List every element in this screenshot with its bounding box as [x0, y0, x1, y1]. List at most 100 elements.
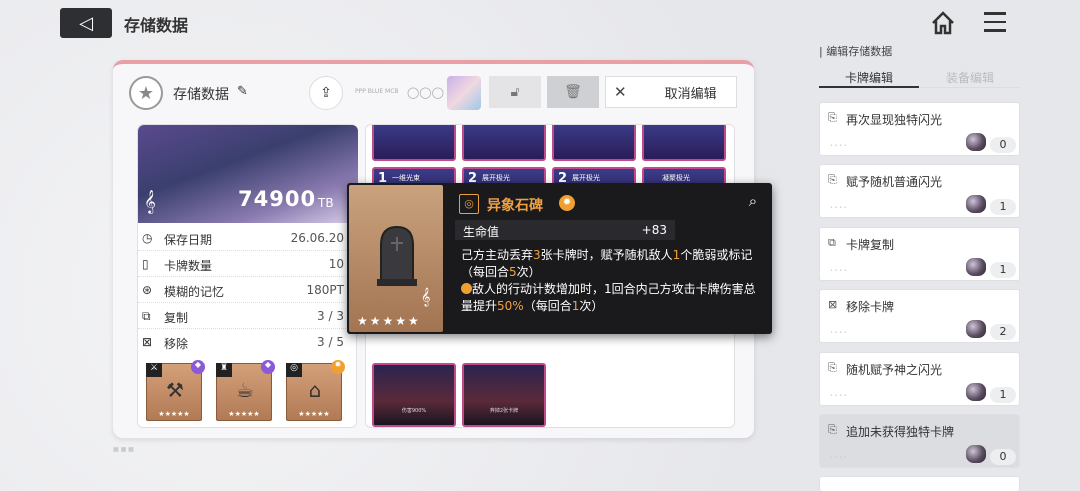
ring-icon: ◎	[286, 363, 302, 377]
material-icon	[966, 258, 986, 276]
copy-icon: ⧉	[828, 236, 836, 249]
grid-card[interactable]	[642, 125, 726, 161]
sidebar-item-label: 卡牌复制	[846, 238, 895, 252]
stat-row-date: ◷ 保存日期 26.06.20	[138, 227, 358, 251]
item-count: 0	[990, 449, 1016, 465]
decor-dots: • • • •	[830, 205, 847, 211]
sidebar-item-card-copy[interactable]: ⧉ 卡牌复制 1 • • • •	[819, 227, 1020, 281]
grid-card[interactable]	[462, 125, 546, 161]
sun-icon: ✹	[331, 360, 345, 374]
search-icon[interactable]: ⌕	[741, 192, 765, 216]
stat-label: 复制	[164, 311, 189, 325]
music-note-icon: 𝄞	[421, 287, 431, 306]
stat-row-remove: ⊠ 移除 3 / 5	[138, 331, 358, 355]
copy-icon: ⧉	[142, 309, 151, 323]
grid-card[interactable]	[372, 125, 456, 161]
decor-dots: • • • •	[830, 330, 847, 336]
gem-icon: ◆	[261, 360, 275, 374]
claw-icon: ⚒	[166, 378, 184, 402]
share-button[interactable]: ⇪	[309, 76, 343, 110]
teacup-icon: ☕	[236, 378, 254, 402]
grid-card[interactable]	[552, 125, 636, 161]
item-count: 2	[990, 324, 1016, 340]
material-icon	[966, 195, 986, 213]
cancel-edit-button[interactable]: ✕ 取消编辑	[605, 76, 737, 108]
rings-icon: ◯◯◯	[407, 86, 444, 99]
effect-line-1: 己方主动丢弃3张卡牌时，赋予随机敌人1个脆弱或标记（每回合5次）	[461, 248, 753, 279]
sword-icon: ⚔	[146, 363, 162, 377]
delete-button[interactable]: 🗑︎	[547, 76, 599, 108]
pencil-icon[interactable]: ✎	[237, 84, 248, 99]
card-text: 弃掉2张卡牌	[489, 408, 519, 414]
stat-value: +83	[641, 223, 667, 237]
card-name: 凝聚极光	[662, 174, 690, 182]
sidebar-item-add-unique-card[interactable]: ⎘ 追加未获得独特卡牌 0 • • • •	[819, 414, 1020, 468]
relic-stars: ★★★★★	[228, 410, 260, 418]
card-name: 展开极光	[482, 174, 510, 182]
card-text: 伤害900%	[401, 408, 427, 414]
stat-row-card-count: ▯ 卡牌数量 10	[138, 253, 358, 277]
decor-dots: • • • •	[830, 393, 847, 399]
tooltip-title: 异象石碑	[487, 198, 543, 214]
save-score-unit: TB	[318, 196, 334, 210]
sidebar-item-god-flash[interactable]: ⎘ 随机赋予神之闪光 1 • • • •	[819, 352, 1020, 406]
card-name: 一维光束	[392, 174, 420, 182]
tab-card-edit[interactable]: 卡牌编辑	[819, 64, 919, 88]
stat-value: 10	[328, 257, 344, 271]
tooltip-art: 𝄞 ★★★★★	[349, 185, 443, 332]
relic-tombstone[interactable]: ◎ ✹ ⌂ ★★★★★	[286, 360, 345, 421]
ring-icon: ◎	[459, 194, 479, 214]
menu-icon[interactable]	[984, 12, 1006, 34]
music-note-icon: 𝄞	[144, 189, 156, 213]
small-label: PPP BLUE MCB	[355, 88, 399, 95]
material-icon	[966, 320, 986, 338]
relic-stars: ★★★★★	[298, 410, 330, 418]
grid-card[interactable]: 弃掉2张卡牌	[462, 363, 546, 427]
stat-value: 3 / 3	[317, 309, 344, 323]
lock-button[interactable]: 🔓︎	[489, 76, 541, 108]
save-banner: 𝄞 74900 TB	[138, 125, 358, 223]
back-button[interactable]: ◁	[60, 8, 112, 38]
stat-label: 卡牌数量	[164, 259, 213, 273]
panel-title: 存储数据	[173, 87, 229, 103]
effect-line-2: 敌人的行动计数增加时，1回合内己方攻击卡牌伤害总量提升50%（每回合1次）	[461, 282, 756, 313]
gem-icon: ◆	[191, 360, 205, 374]
avatar[interactable]	[447, 76, 481, 110]
home-icon[interactable]	[930, 10, 956, 36]
tombstone-icon: ⌂	[308, 378, 322, 402]
card-icon: ▯	[142, 257, 149, 271]
sidebar-item-label: 随机赋予神之闪光	[846, 363, 943, 377]
card-edit-icon: ⎘	[828, 361, 837, 374]
card-edit-icon: ⎘	[828, 423, 837, 436]
sun-icon: ✹	[559, 195, 575, 211]
sidebar-item-normal-flash[interactable]: ⎘ 赋予随机普通闪光 1 • • • •	[819, 164, 1020, 218]
stat-row-copy: ⧉ 复制 3 / 3	[138, 305, 358, 329]
lock-icon: 🔓︎	[510, 84, 520, 100]
stat-row-memory: ⊛ 模糊的记忆 180PT	[138, 279, 358, 303]
remove-icon: ⊠	[828, 298, 838, 311]
cancel-edit-label: 取消编辑	[664, 86, 717, 102]
sidebar-item-remove-card[interactable]: ⊠ 移除卡牌 2 • • • •	[819, 289, 1020, 343]
relic-claw[interactable]: ⚔ ◆ ⚒ ★★★★★	[146, 360, 205, 421]
sidebar-item-partial[interactable]	[819, 476, 1020, 491]
sun-bullet-icon	[461, 283, 472, 294]
memory-icon: ⊛	[142, 283, 153, 297]
item-count: 1	[990, 387, 1016, 403]
item-count: 0	[990, 137, 1016, 153]
sidebar-item-label: 赋予随机普通闪光	[846, 175, 943, 189]
stat-value: 3 / 5	[317, 335, 344, 349]
material-icon	[966, 445, 986, 463]
relic-teacup[interactable]: ♜ ◆ ☕ ★★★★★	[216, 360, 275, 421]
stat-label: 保存日期	[164, 233, 213, 247]
relic-tooltip: 𝄞 ★★★★★ ◎ 异象石碑 ✹ ⌕ 生命值 +83 己方主动丢弃3张卡牌时，赋…	[347, 183, 772, 334]
card-edit-icon: ⎘	[828, 173, 837, 186]
page-title: 存储数据	[124, 16, 189, 35]
decor-dots: • • • •	[830, 268, 847, 274]
sidebar-item-label: 追加未获得独特卡牌	[846, 425, 955, 439]
sidebar-item-unique-flash[interactable]: ⎘ 再次显现独特闪光 0 • • • •	[819, 102, 1020, 156]
stat-value: 180PT	[306, 283, 344, 297]
sidebar-item-label: 移除卡牌	[846, 300, 895, 314]
tab-equip-edit[interactable]: 装备编辑	[920, 64, 1020, 88]
grid-card[interactable]: 伤害900%	[372, 363, 456, 427]
top-bar: ◁ 存储数据	[0, 0, 1080, 48]
